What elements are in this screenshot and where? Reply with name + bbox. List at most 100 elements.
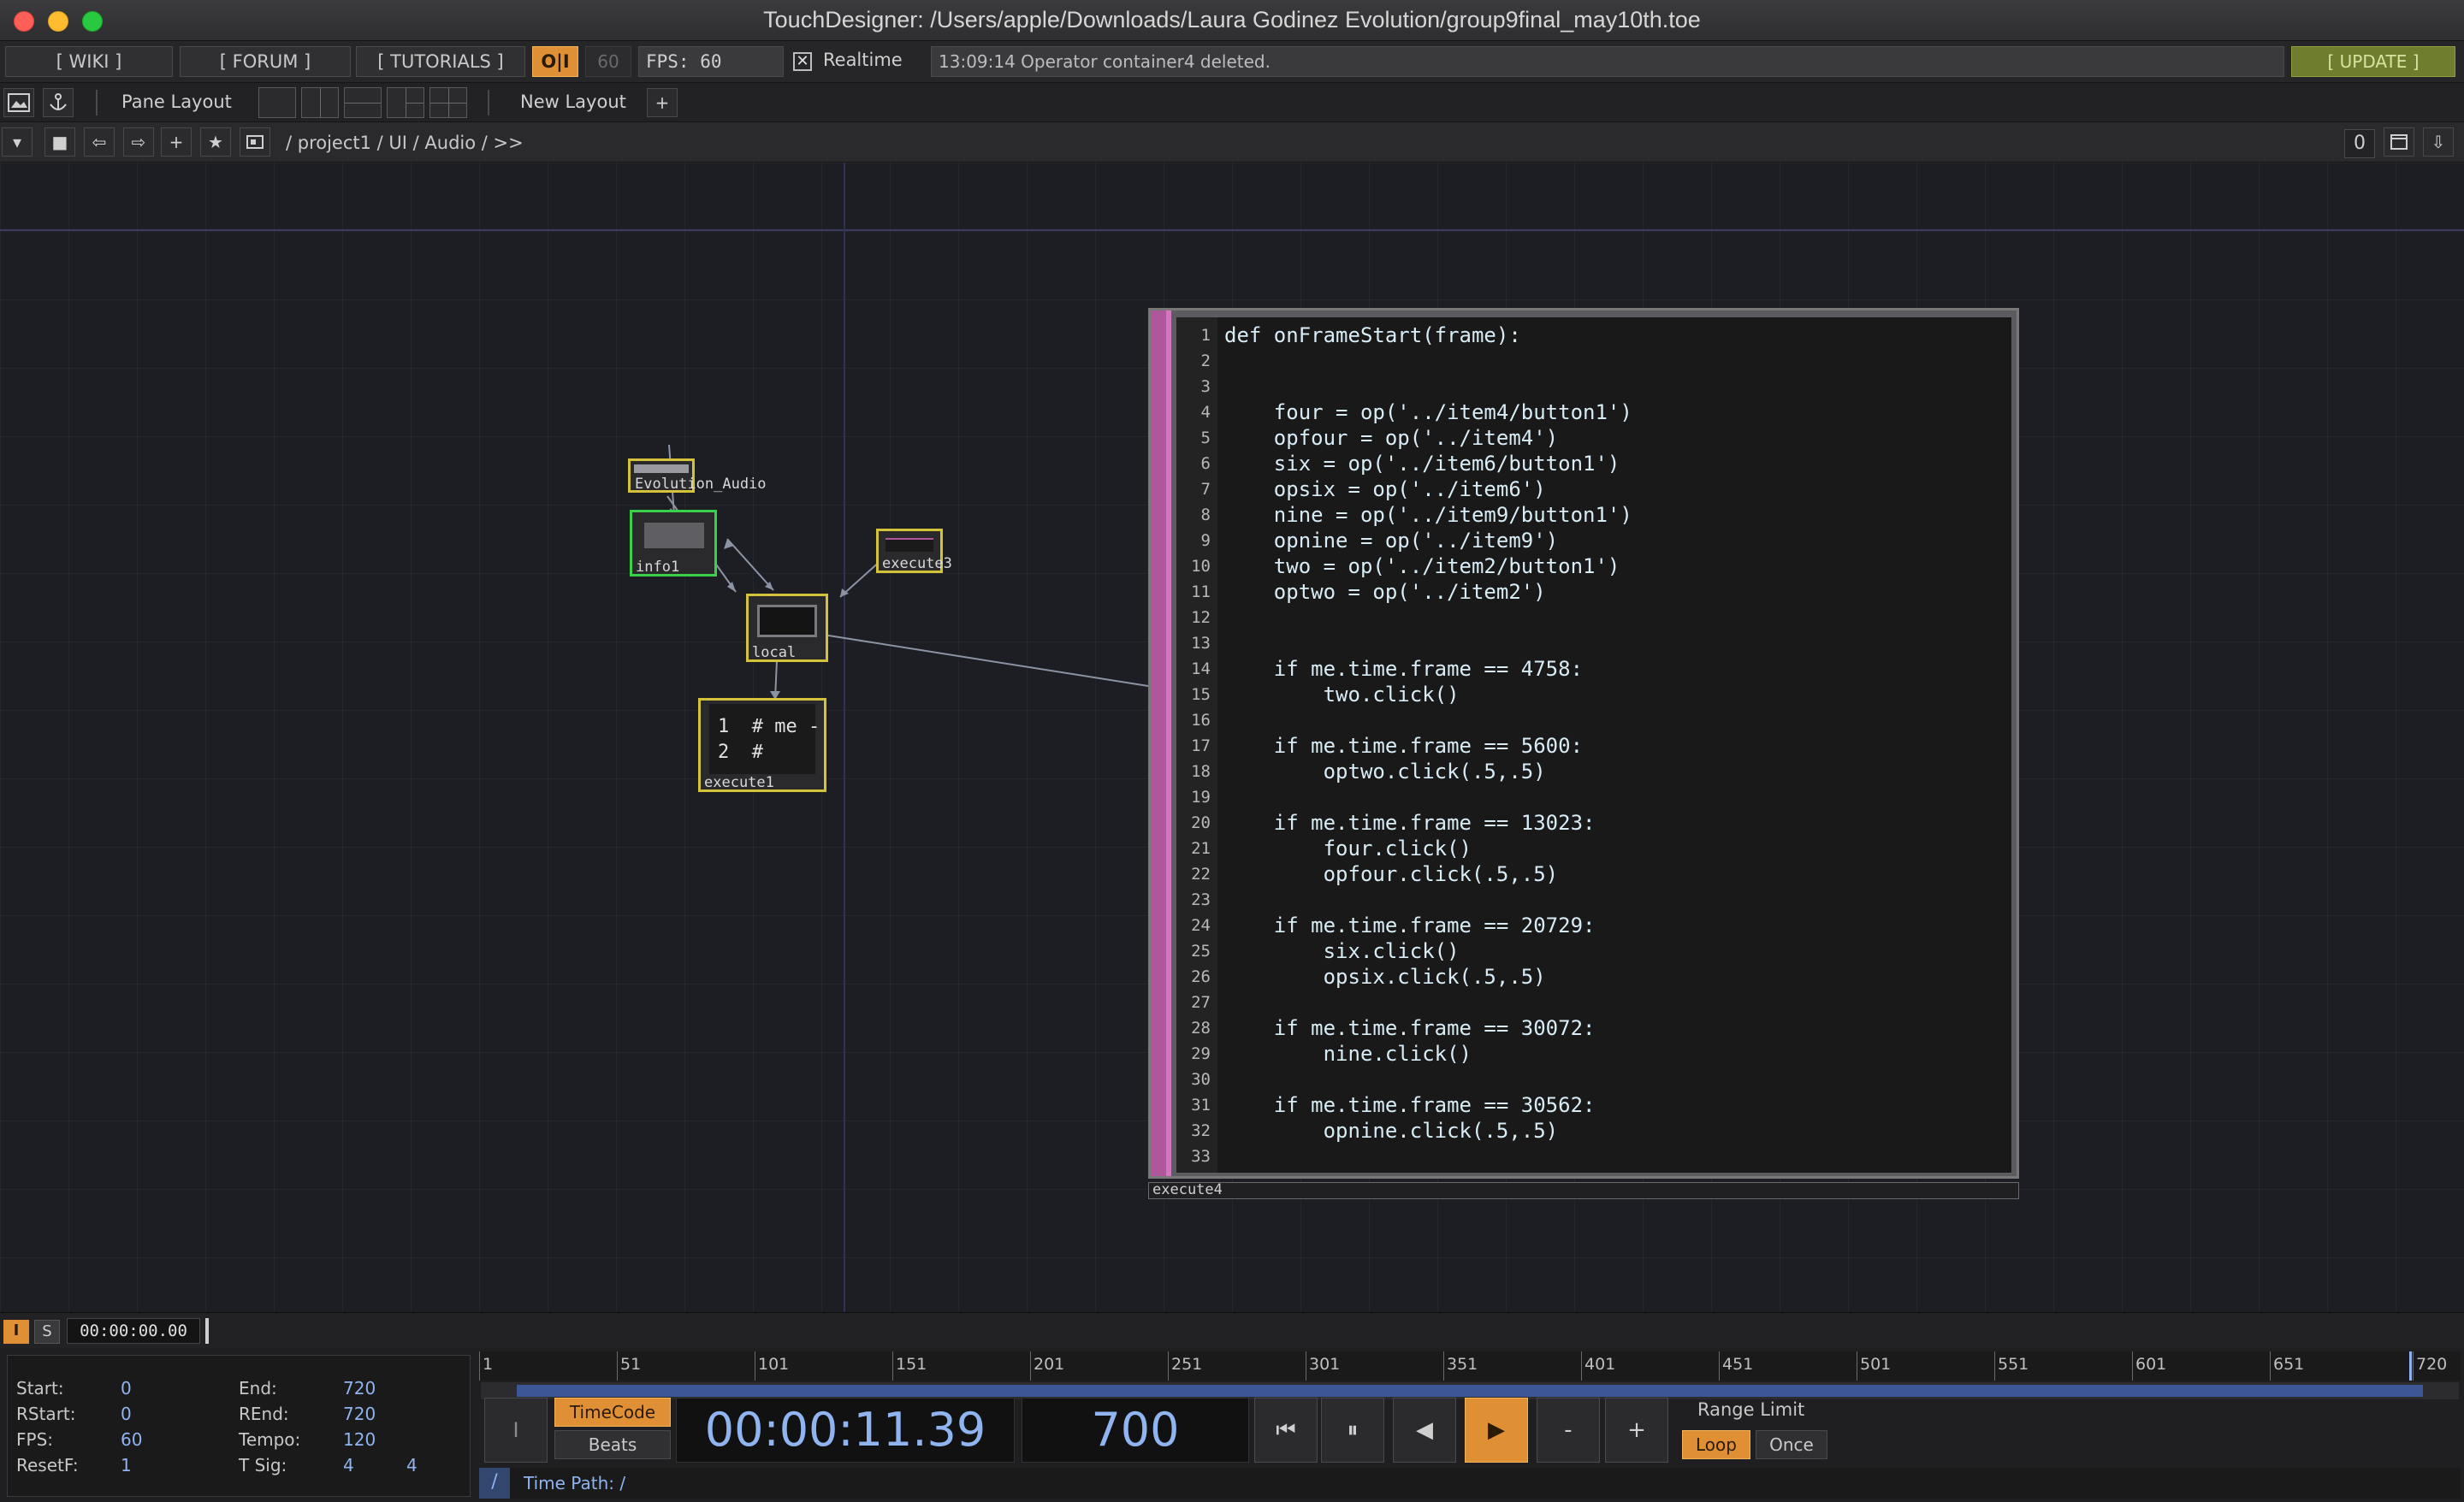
- fps-cap-button[interactable]: 60: [585, 46, 631, 77]
- code-line[interactable]: 9 opnine = op('../item9'): [1176, 528, 2011, 553]
- tsig-numerator[interactable]: 4: [343, 1455, 354, 1475]
- tsig-denominator[interactable]: 4: [406, 1455, 418, 1475]
- code-line[interactable]: 4 four = op('../item4/button1'): [1176, 399, 2011, 425]
- realtime-checkbox[interactable]: ✕: [793, 52, 812, 71]
- code-line[interactable]: 10 two = op('../item2/button1'): [1176, 553, 2011, 579]
- layout-four-pane-button[interactable]: [429, 87, 467, 118]
- code-line[interactable]: 17 if me.time.frame == 5600:: [1176, 733, 2011, 759]
- image-viewer-icon[interactable]: [3, 88, 34, 117]
- timeline-scrollbar[interactable]: [481, 1382, 2459, 1399]
- code-line[interactable]: 16: [1176, 707, 2011, 733]
- open-io-button[interactable]: O|I: [532, 46, 578, 77]
- code-line[interactable]: 24 if me.time.frame == 20729:: [1176, 913, 2011, 938]
- end-value[interactable]: 720: [343, 1378, 376, 1399]
- forum-button[interactable]: [ FORUM ]: [180, 46, 351, 77]
- code-line[interactable]: 11 optwo = op('../item2'): [1176, 579, 2011, 605]
- add-op-icon[interactable]: +: [161, 127, 192, 157]
- code-line[interactable]: 28 if me.time.frame == 30072:: [1176, 1015, 2011, 1041]
- download-icon[interactable]: ⇩: [2423, 127, 2454, 157]
- layout-single-button[interactable]: [258, 87, 296, 118]
- tutorials-button[interactable]: [ TUTORIALS ]: [356, 46, 525, 77]
- code-line[interactable]: 5 opfour = op('../item4'): [1176, 425, 2011, 451]
- code-line[interactable]: 27: [1176, 990, 2011, 1015]
- execute3-node[interactable]: execute3: [876, 529, 952, 573]
- tempo-value[interactable]: 120: [343, 1429, 376, 1450]
- window-icon[interactable]: [2384, 127, 2414, 157]
- timecode-display[interactable]: 00:00:11.39: [676, 1398, 1015, 1463]
- code-line[interactable]: 6 six = op('../item6/button1'): [1176, 451, 2011, 476]
- execute4-node[interactable]: 1 def onFrameStart(frame): 2 3 4 four = op('…: [1148, 308, 2019, 1179]
- code-line[interactable]: 8 nine = op('../item9/button1'): [1176, 502, 2011, 528]
- fps-value[interactable]: 60: [121, 1429, 142, 1450]
- code-line[interactable]: 21 four.click(): [1176, 836, 2011, 861]
- code-line[interactable]: 23: [1176, 887, 2011, 913]
- start-value[interactable]: 0: [121, 1378, 132, 1399]
- code-line[interactable]: 2: [1176, 348, 2011, 374]
- code-line[interactable]: 32 opnine.click(.5,.5): [1176, 1118, 2011, 1144]
- mini-time-display[interactable]: 00:00:00.00: [67, 1318, 200, 1344]
- window-title: TouchDesigner: /Users/apple/Downloads/La…: [763, 7, 1701, 33]
- layout-split-horizontal-button[interactable]: [344, 87, 382, 118]
- timeline-ruler[interactable]: 1 51 101 151 201 251 301 351 401 451 501 551 601 651 7…: [479, 1351, 2461, 1381]
- code-line[interactable]: 18 optwo.click(.5,.5): [1176, 759, 2011, 784]
- code-line[interactable]: 33: [1176, 1144, 2011, 1169]
- timeline-scroll-thumb[interactable]: [517, 1385, 2423, 1397]
- code-line[interactable]: 15 two.click(): [1176, 682, 2011, 707]
- code-line[interactable]: 3: [1176, 374, 2011, 399]
- code-line[interactable]: 14 if me.time.frame == 4758:: [1176, 656, 2011, 682]
- step-back-icon[interactable]: ◀: [1393, 1398, 1456, 1463]
- star-icon[interactable]: ★: [200, 127, 231, 157]
- network-path[interactable]: / project1 / UI / Audio / >>: [286, 133, 524, 153]
- code-line[interactable]: 19: [1176, 784, 2011, 810]
- forward-arrow-icon[interactable]: ⇨: [123, 127, 154, 157]
- frame-display[interactable]: 700: [1022, 1398, 1249, 1463]
- code-line[interactable]: 7 opsix = op('../item6'): [1176, 476, 2011, 502]
- resetf-value[interactable]: 1: [121, 1455, 132, 1475]
- ruler-tick-label: 651: [2273, 1355, 2305, 1374]
- code-line[interactable]: 1 def onFrameStart(frame):: [1176, 322, 2011, 348]
- code-line[interactable]: 31 if me.time.frame == 30562:: [1176, 1092, 2011, 1118]
- beats-button[interactable]: Beats: [554, 1430, 671, 1459]
- execute1-node[interactable]: 1 # me - 2 # execute1: [698, 698, 826, 792]
- step-plus-button[interactable]: +: [1605, 1398, 1668, 1463]
- code-line[interactable]: 26 opsix.click(.5,.5): [1176, 964, 2011, 990]
- s-button[interactable]: S: [34, 1320, 60, 1344]
- anchor-icon[interactable]: [43, 88, 74, 117]
- code-line[interactable]: 30: [1176, 1067, 2011, 1092]
- add-layout-button[interactable]: +: [647, 88, 678, 117]
- time-cursor[interactable]: [205, 1318, 209, 1344]
- layout-three-pane-button[interactable]: [387, 87, 424, 118]
- once-button[interactable]: Once: [1756, 1430, 1827, 1459]
- network-editor[interactable]: Evolution_Audio info1 execute3 local 1 #…: [0, 163, 2464, 1312]
- back-arrow-icon[interactable]: ⇦: [84, 127, 115, 157]
- rend-value[interactable]: 720: [343, 1404, 376, 1424]
- rstart-value[interactable]: 0: [121, 1404, 132, 1424]
- layout-split-vertical-button[interactable]: [301, 87, 339, 118]
- update-button[interactable]: [ UPDATE ]: [2291, 46, 2455, 77]
- cursor-mode-button[interactable]: I: [484, 1398, 548, 1463]
- chevron-down-icon[interactable]: ▾: [2, 127, 33, 157]
- code-line[interactable]: 20 if me.time.frame == 13023:: [1176, 810, 2011, 836]
- to-start-icon[interactable]: ⏮: [1254, 1398, 1318, 1463]
- info-node[interactable]: info1: [630, 510, 717, 577]
- time-path-root-button[interactable]: /: [479, 1468, 510, 1499]
- loop-button[interactable]: Loop: [1682, 1430, 1750, 1459]
- range-end-marker[interactable]: [2409, 1351, 2412, 1381]
- ruler-tick: [2270, 1351, 2271, 1381]
- code-line[interactable]: 22 opfour.click(.5,.5): [1176, 861, 2011, 887]
- code-line[interactable]: 12: [1176, 605, 2011, 630]
- code-line[interactable]: 25 six.click(): [1176, 938, 2011, 964]
- step-minus-button[interactable]: -: [1537, 1398, 1600, 1463]
- timecode-button[interactable]: TimeCode: [554, 1398, 671, 1427]
- wiki-button[interactable]: [ WIKI ]: [5, 46, 173, 77]
- i-button[interactable]: I: [3, 1320, 29, 1344]
- code-editor[interactable]: 1 def onFrameStart(frame): 2 3 4 four = op('…: [1176, 317, 2011, 1173]
- home-icon[interactable]: [240, 127, 270, 157]
- pause-icon[interactable]: ⏸: [1321, 1398, 1384, 1463]
- play-icon[interactable]: ▶: [1465, 1398, 1528, 1463]
- code-text: four = op('../item4/button1'): [1224, 400, 1632, 424]
- stop-icon[interactable]: ■: [44, 127, 75, 157]
- code-line[interactable]: 13: [1176, 630, 2011, 656]
- code-line[interactable]: 29 nine.click(): [1176, 1041, 2011, 1067]
- local-node[interactable]: local: [746, 594, 828, 662]
